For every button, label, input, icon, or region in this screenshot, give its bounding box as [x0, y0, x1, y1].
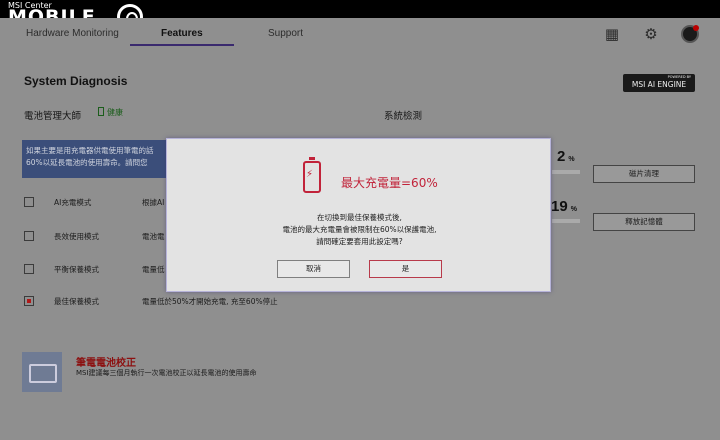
free-memory-button[interactable]: 釋放記憶體	[593, 213, 695, 231]
ai-engine-badge: POWERED BY MSI AI ENGINE	[623, 74, 695, 92]
info-line: 60%以延長電池的使用壽命。請問您	[26, 158, 148, 167]
mode-long-use[interactable]: 長效使用模式 電池電	[24, 230, 184, 244]
page-title: System Diagnosis	[24, 74, 128, 88]
dialog-message: 在切換到最佳保養模式後, 電池的最大充電量會被限制在60%以保護電池, 請問確定…	[167, 212, 552, 248]
grid-icon[interactable]: ▦	[602, 24, 622, 44]
calibration-desc: MSI建議每三個月執行一次電池校正以延長電池的使用壽命	[76, 369, 257, 377]
engine-badge-small: POWERED BY	[667, 75, 691, 79]
mode-checkbox[interactable]	[24, 264, 34, 274]
dialog-line: 請問確定要套用此設定嗎?	[316, 237, 403, 246]
dialog-line: 電池的最大充電量會被限制在60%以保護電池,	[282, 225, 437, 234]
stat-value: 19	[551, 198, 568, 215]
calibration-title[interactable]: 筆電電池校正	[76, 354, 136, 369]
dialog-line: 在切換到最佳保養模式後,	[317, 213, 402, 222]
mode-label: 長效使用模式	[54, 232, 99, 241]
mode-best-care[interactable]: 最佳保養模式 電量低於50%才開始充電, 充至60%停止	[24, 295, 324, 309]
battery-icon	[98, 107, 104, 116]
mode-ai-charge[interactable]: AI充電模式 根據AI	[24, 196, 184, 210]
mode-checkbox[interactable]	[24, 231, 34, 241]
tab-hardware-monitoring[interactable]: Hardware Monitoring	[26, 28, 119, 39]
battery-calibration-icon	[22, 352, 62, 392]
mode-label: AI充電模式	[54, 198, 92, 207]
disk-cleanup-button[interactable]: 磁片清理	[593, 165, 695, 183]
mode-label: 平衡保養模式	[54, 265, 99, 274]
active-tab-indicator	[130, 44, 234, 46]
title-bar: MSI Center MOBILE	[0, 0, 720, 30]
tab-bar: Hardware Monitoring Features Support ▦ ⚙	[0, 18, 720, 50]
mode-desc: 根據AI	[142, 198, 165, 207]
avatar[interactable]	[681, 25, 699, 43]
cancel-button[interactable]: 取消	[277, 260, 350, 278]
engine-badge-label: MSI AI ENGINE	[631, 80, 687, 89]
battery-charge-icon	[303, 157, 321, 193]
stat-unit: %	[570, 206, 577, 213]
battery-manager-title: 電池管理大師	[24, 111, 82, 122]
tab-support[interactable]: Support	[268, 28, 303, 39]
disk-usage-bar	[552, 170, 580, 174]
mode-balanced[interactable]: 平衡保養模式 電量低	[24, 263, 184, 277]
disk-usage-stat: 2%	[557, 148, 575, 165]
memory-usage-stat: 19%	[551, 198, 577, 215]
stat-unit: %	[568, 156, 575, 163]
mode-checkbox-checked[interactable]	[24, 296, 34, 306]
mode-desc: 電量低	[142, 265, 165, 274]
tab-features[interactable]: Features	[161, 28, 203, 39]
info-line: 如果主要是用充電器供電使用筆電的話	[26, 146, 154, 155]
battery-info-text: 如果主要是用充電器供電使用筆電的話 60%以延長電池的使用壽命。請問您	[26, 145, 166, 169]
confirm-dialog: 最大充電量=60% 在切換到最佳保養模式後, 電池的最大充電量會被限制在60%以…	[166, 138, 551, 292]
stat-value: 2	[557, 148, 566, 165]
mode-desc: 電池電	[142, 232, 165, 241]
dialog-title: 最大充電量=60%	[341, 176, 438, 190]
mode-checkbox[interactable]	[24, 197, 34, 207]
health-label: 健康	[107, 108, 123, 117]
confirm-button[interactable]: 是	[369, 260, 442, 278]
system-check-title: 系統檢測	[384, 111, 423, 122]
mode-desc: 電量低於50%才開始充電, 充至60%停止	[142, 297, 278, 306]
battery-health: 健康	[98, 107, 123, 118]
memory-usage-bar	[552, 219, 580, 223]
gear-icon[interactable]: ⚙	[641, 24, 661, 44]
mode-label: 最佳保養模式	[54, 297, 99, 306]
